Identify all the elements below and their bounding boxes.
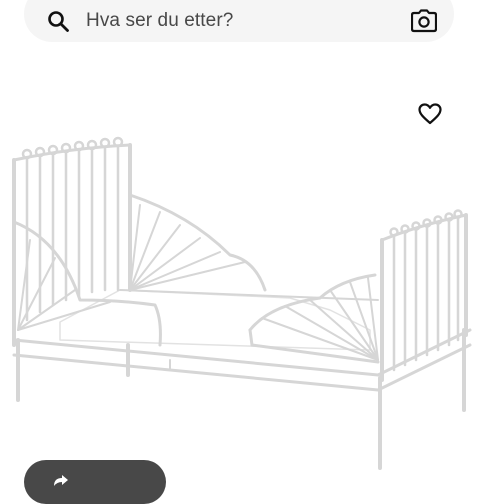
camera-search-button[interactable] [410, 7, 438, 35]
search-input[interactable]: Hva ser du etter? [86, 10, 410, 32]
search-icon [48, 11, 69, 32]
product-image[interactable] [0, 120, 480, 470]
camera-icon [411, 9, 437, 33]
bottom-action-button[interactable] [24, 460, 166, 504]
arrow-icon [54, 475, 68, 486]
search-bar[interactable]: Hva ser du etter? [24, 0, 454, 42]
